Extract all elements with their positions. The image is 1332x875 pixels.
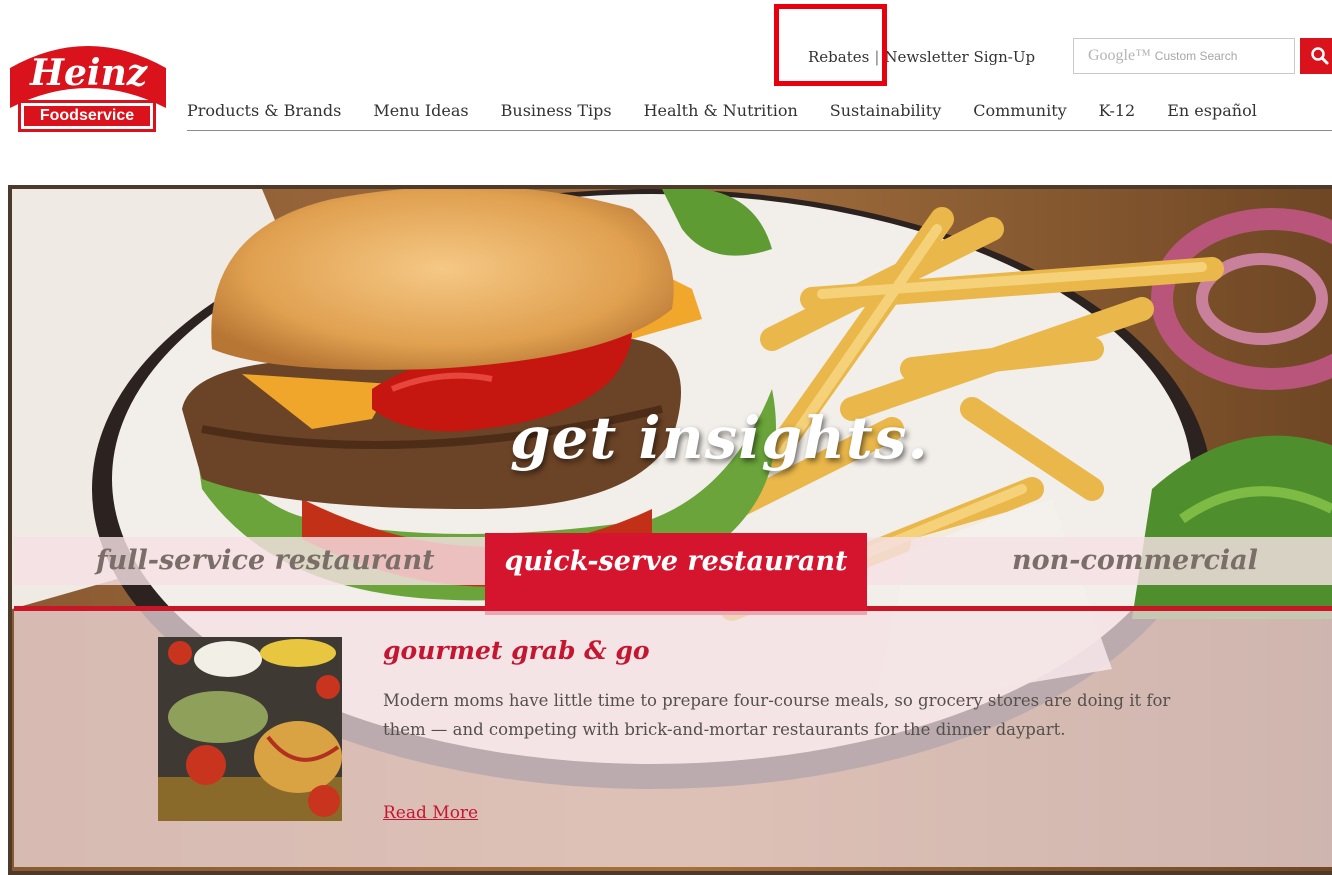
logo-wordmark: Heinz — [30, 52, 148, 94]
nav-menu-ideas[interactable]: Menu Ideas — [373, 96, 468, 130]
newsletter-signup-link[interactable]: Newsletter Sign-Up — [884, 48, 1035, 66]
tab-non-commercial[interactable]: non-commercial — [1012, 537, 1258, 585]
search-icon — [1311, 47, 1329, 65]
article-thumbnail[interactable] — [158, 637, 342, 821]
highlight-annotation-box — [774, 4, 887, 86]
search-placeholder: Custom Search — [1154, 49, 1238, 63]
search-input[interactable]: Google™ Custom Search — [1073, 38, 1295, 74]
tab-quick-serve-restaurant[interactable]: quick-serve restaurant — [485, 533, 867, 615]
hero-tagline: get insights. — [510, 404, 929, 472]
nav-sustainability[interactable]: Sustainability — [830, 96, 941, 130]
nav-en-espanol[interactable]: En español — [1167, 96, 1257, 130]
google-label: Google™ — [1088, 47, 1151, 64]
nav-community[interactable]: Community — [973, 96, 1066, 130]
heinz-foodservice-logo[interactable]: Heinz Foodservice — [8, 38, 168, 134]
nav-business-tips[interactable]: Business Tips — [501, 96, 612, 130]
logo-subtitle: Foodservice — [39, 107, 135, 124]
nav-health-nutrition[interactable]: Health & Nutrition — [644, 96, 798, 130]
nav-k12[interactable]: K-12 — [1099, 96, 1136, 130]
article-title[interactable]: gourmet grab & go — [383, 636, 650, 665]
search-button[interactable] — [1300, 38, 1332, 74]
read-more-link[interactable]: Read More — [383, 803, 478, 823]
main-nav: Products & Brands Menu Ideas Business Ti… — [187, 96, 1332, 131]
tab-full-service-restaurant[interactable]: full-service restaurant — [96, 537, 435, 585]
article-summary: Modern moms have little time to prepare … — [383, 691, 1171, 739]
nav-products-brands[interactable]: Products & Brands — [187, 96, 341, 130]
